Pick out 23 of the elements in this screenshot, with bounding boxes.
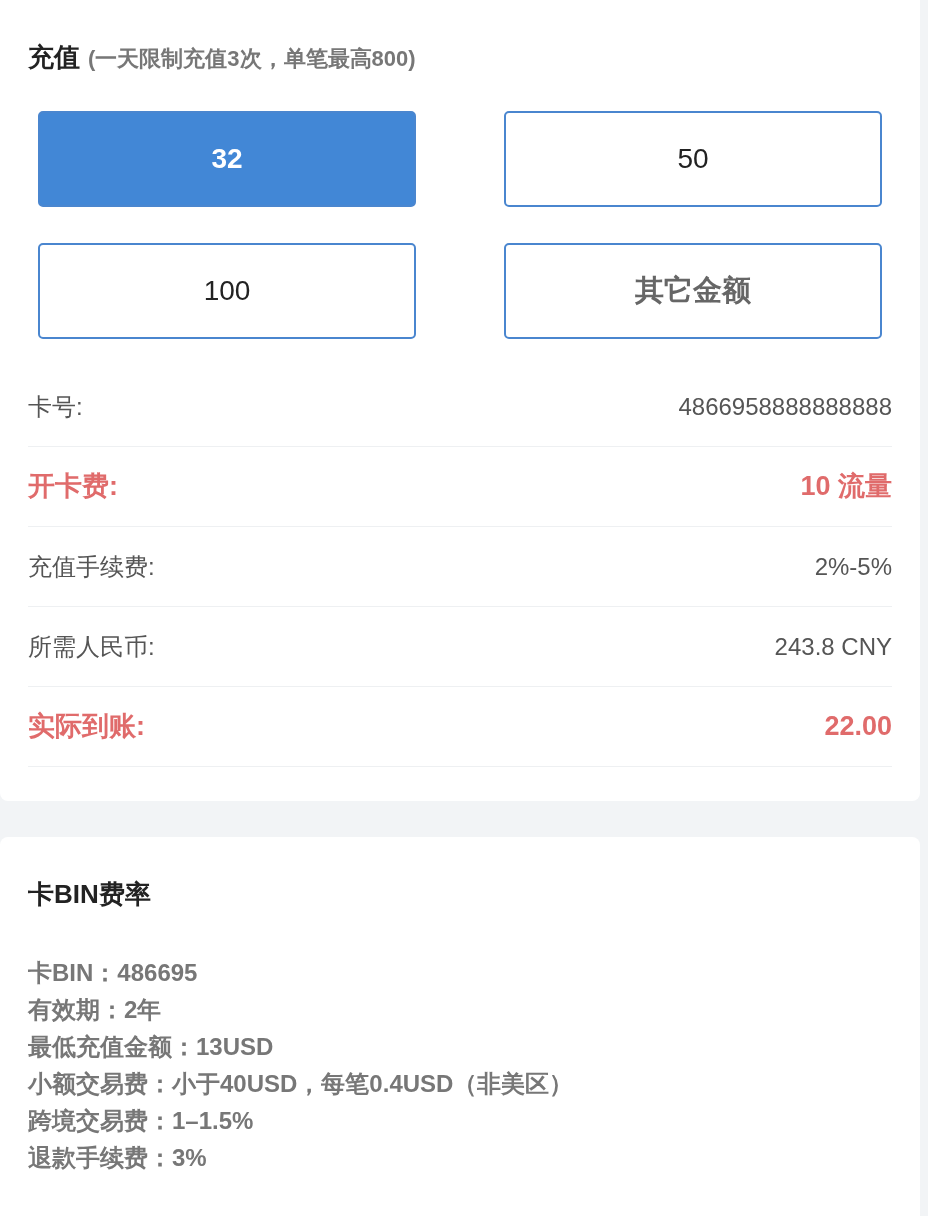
row-label: 开卡费:: [28, 470, 118, 504]
row-label: 实际到账:: [28, 710, 145, 744]
limit-note: (一天限制充值3次，单笔最高800): [88, 45, 416, 73]
section-title: 充值: [28, 41, 80, 74]
row-label: 充值手续费:: [28, 551, 155, 582]
amount-button[interactable]: 32: [38, 111, 416, 207]
row-label: 所需人民币:: [28, 631, 155, 662]
row-value: 2%-5%: [814, 551, 892, 582]
rate-line: 卡BIN：486695: [28, 958, 199, 988]
rate-line: 最低充值金额：13USD: [28, 1032, 275, 1062]
amount-button[interactable]: 其它金额: [504, 243, 882, 339]
rate-line: 退款手续费：3%: [28, 1143, 208, 1173]
rate-line: 小额交易费：小于40USD，每笔0.4USD（非美区）: [28, 1069, 575, 1099]
amount-button[interactable]: 50: [504, 111, 882, 207]
row-value: 243.8 CNY: [774, 631, 892, 662]
row-value: 4866958888888888: [678, 391, 892, 422]
row-value: 22.00: [824, 710, 892, 744]
section-title: 卡BIN费率: [28, 878, 152, 911]
row-label: 卡号:: [28, 391, 83, 422]
amount-button[interactable]: 100: [38, 243, 416, 339]
row-value: 10 流量: [800, 470, 892, 504]
rate-line: 跨境交易费：1–1.5%: [28, 1106, 255, 1136]
rate-line: 有效期：2年: [28, 995, 163, 1025]
